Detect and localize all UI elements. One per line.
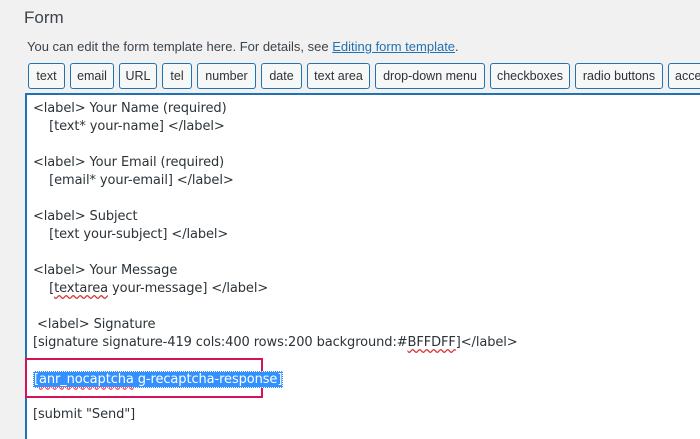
tag-generator-toolbar: text email URL tel number date text area… <box>28 63 700 91</box>
captcha-fragment: g-recaptcha-response] <box>133 372 283 387</box>
template-line: [text your-subject] </label> <box>33 227 229 242</box>
tag-button-checkboxes[interactable]: checkboxes <box>490 63 570 89</box>
form-section-title: Form <box>24 8 64 27</box>
description-suffix: . <box>455 39 459 54</box>
spellcheck-word: BFFDFF <box>407 335 456 350</box>
description-text: You can edit the form template here. For… <box>27 39 333 54</box>
template-line: <label> Signature <box>33 317 156 332</box>
form-description: You can edit the form template here. For… <box>27 39 459 54</box>
tag-button-textarea[interactable]: text area <box>307 63 370 89</box>
template-line: [submit "Send"] <box>33 407 136 422</box>
template-line: [textarea your-message] </label> <box>33 281 268 296</box>
template-line: <label> Subject <box>33 209 138 224</box>
editing-form-template-link[interactable]: Editing form template <box>332 39 455 54</box>
selected-captcha-tag[interactable]: [anr_nocaptcha g-recaptcha-response] <box>33 371 284 388</box>
template-line: <label> Your Message <box>33 263 178 278</box>
tag-button-dropdown-menu[interactable]: drop-down menu <box>375 63 485 89</box>
template-line: [email* your-email] </label> <box>33 173 234 188</box>
tag-button-text[interactable]: text <box>28 63 65 89</box>
template-line: [text* your-name] </label> <box>33 119 225 134</box>
template-line: [signature signature-419 cols:400 rows:2… <box>33 335 518 350</box>
template-fragment: [ <box>33 281 55 296</box>
tag-button-url[interactable]: URL <box>119 63 157 89</box>
template-fragment: ]</label> <box>455 335 518 350</box>
tag-button-email[interactable]: email <box>70 63 114 89</box>
tag-button-number[interactable]: number <box>197 63 256 89</box>
spellcheck-word: textarea <box>54 281 108 296</box>
tag-button-date[interactable]: date <box>261 63 302 89</box>
tag-button-radio-buttons[interactable]: radio buttons <box>575 63 663 89</box>
template-fragment: your-message] </label> <box>107 281 269 296</box>
template-line: <label> Your Email (required) <box>33 155 225 170</box>
tag-button-acceptance[interactable]: acceptance <box>668 63 700 89</box>
tag-button-tel[interactable]: tel <box>162 63 192 89</box>
template-line: <label> Your Name (required) <box>33 101 227 116</box>
template-fragment: [signature signature-419 cols:400 rows:2… <box>33 335 408 350</box>
captcha-word: anr_nocaptcha <box>38 372 134 387</box>
